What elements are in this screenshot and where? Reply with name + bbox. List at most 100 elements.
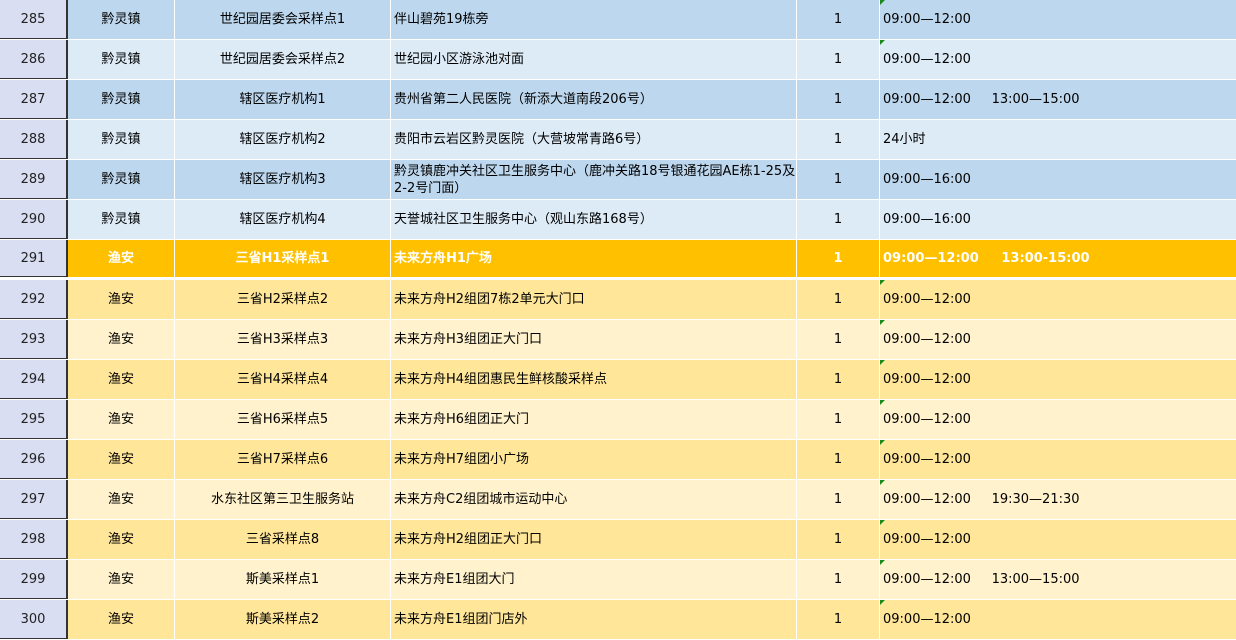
count-cell[interactable]: 1 xyxy=(797,600,880,639)
address-cell[interactable]: 贵阳市云岩区黔灵医院（大营坡常青路6号） xyxy=(391,120,797,159)
town-cell[interactable]: 渔安 xyxy=(68,400,175,439)
count-cell[interactable]: 1 xyxy=(797,480,880,519)
count-cell[interactable]: 1 xyxy=(797,280,880,319)
row-header[interactable]: 287 xyxy=(0,80,68,119)
site-cell[interactable]: 三省H6采样点5 xyxy=(175,400,391,439)
count-cell[interactable]: 1 xyxy=(797,40,880,79)
town-cell[interactable]: 黔灵镇 xyxy=(68,120,175,159)
site-cell[interactable]: 世纪园居委会采样点2 xyxy=(175,40,391,79)
hours-cell[interactable]: 09:00—12:00 xyxy=(880,400,1236,439)
hours-cell[interactable]: 09:00—16:00 xyxy=(880,160,1236,199)
address-cell[interactable]: 未来方舟E1组团门店外 xyxy=(391,600,797,639)
count-cell[interactable]: 1 xyxy=(797,240,880,277)
address-cell[interactable]: 未来方舟H7组团小广场 xyxy=(391,440,797,479)
hours-cell[interactable]: 09:00—12:00 13:00-15:00 xyxy=(880,240,1236,277)
row-header[interactable]: 289 xyxy=(0,160,68,199)
site-cell[interactable]: 水东社区第三卫生服务站 xyxy=(175,480,391,519)
row-header[interactable]: 294 xyxy=(0,360,68,399)
row-header[interactable]: 291 xyxy=(0,240,68,277)
site-cell[interactable]: 世纪园居委会采样点1 xyxy=(175,0,391,39)
row-header[interactable]: 295 xyxy=(0,400,68,439)
count-cell[interactable]: 1 xyxy=(797,440,880,479)
count-cell[interactable]: 1 xyxy=(797,560,880,599)
row-header[interactable]: 296 xyxy=(0,440,68,479)
table-row: 298 渔安 三省采样点8 未来方舟H2组团正大门口 1 09:00—12:00 xyxy=(0,520,1236,560)
hours-cell[interactable]: 09:00—12:00 xyxy=(880,280,1236,319)
site-cell[interactable]: 三省H3采样点3 xyxy=(175,320,391,359)
row-header[interactable]: 298 xyxy=(0,520,68,559)
site-cell[interactable]: 三省采样点8 xyxy=(175,520,391,559)
count-cell[interactable]: 1 xyxy=(797,360,880,399)
row-header[interactable]: 297 xyxy=(0,480,68,519)
row-header[interactable]: 300 xyxy=(0,600,68,639)
town-cell[interactable]: 渔安 xyxy=(68,600,175,639)
count-cell[interactable]: 1 xyxy=(797,0,880,39)
address-cell[interactable]: 世纪园小区游泳池对面 xyxy=(391,40,797,79)
address-cell[interactable]: 未来方舟H1广场 xyxy=(391,240,797,277)
town-cell[interactable]: 黔灵镇 xyxy=(68,200,175,239)
row-header[interactable]: 292 xyxy=(0,280,68,319)
town-cell[interactable]: 黔灵镇 xyxy=(68,0,175,39)
count-cell[interactable]: 1 xyxy=(797,80,880,119)
count-cell[interactable]: 1 xyxy=(797,120,880,159)
row-header[interactable]: 293 xyxy=(0,320,68,359)
count-cell[interactable]: 1 xyxy=(797,200,880,239)
town-cell[interactable]: 渔安 xyxy=(68,480,175,519)
address-cell[interactable]: 黔灵镇鹿冲关社区卫生服务中心（鹿冲关路18号银通花园AE栋1-25及2-2号门面… xyxy=(391,160,797,199)
site-cell[interactable]: 辖区医疗机构2 xyxy=(175,120,391,159)
row-header[interactable]: 290 xyxy=(0,200,68,239)
address-cell[interactable]: 伴山碧苑19栋旁 xyxy=(391,0,797,39)
site-cell[interactable]: 斯美采样点1 xyxy=(175,560,391,599)
count-cell[interactable]: 1 xyxy=(797,320,880,359)
town-cell[interactable]: 渔安 xyxy=(68,280,175,319)
town-cell[interactable]: 渔安 xyxy=(68,440,175,479)
site-cell[interactable]: 辖区医疗机构3 xyxy=(175,160,391,199)
hours-cell[interactable]: 09:00—12:00 19:30—21:30 xyxy=(880,480,1236,519)
hours-cell[interactable]: 09:00—12:00 xyxy=(880,320,1236,359)
address-cell[interactable]: 贵州省第二人民医院（新添大道南段206号） xyxy=(391,80,797,119)
hours-cell[interactable]: 24小时 xyxy=(880,120,1236,159)
town-cell[interactable]: 渔安 xyxy=(68,320,175,359)
count-cell[interactable]: 1 xyxy=(797,520,880,559)
address-cell[interactable]: 未来方舟H2组团7栋2单元大门口 xyxy=(391,280,797,319)
address-cell[interactable]: 天誉城社区卫生服务中心（观山东路168号） xyxy=(391,200,797,239)
hours-cell[interactable]: 09:00—12:00 xyxy=(880,600,1236,639)
table-row: 295 渔安 三省H6采样点5 未来方舟H6组团正大门 1 09:00—12:00 xyxy=(0,400,1236,440)
town-cell[interactable]: 渔安 xyxy=(68,240,175,277)
count-cell[interactable]: 1 xyxy=(797,400,880,439)
town-cell[interactable]: 黔灵镇 xyxy=(68,80,175,119)
site-cell[interactable]: 三省H1采样点1 xyxy=(175,240,391,277)
hours-cell[interactable]: 09:00—12:00 13:00—15:00 xyxy=(880,80,1236,119)
address-cell[interactable]: 未来方舟H4组团惠民生鲜核酸采样点 xyxy=(391,360,797,399)
hours-cell[interactable]: 09:00—12:00 xyxy=(880,40,1236,79)
row-header[interactable]: 299 xyxy=(0,560,68,599)
hours-cell[interactable]: 09:00—12:00 xyxy=(880,520,1236,559)
site-cell[interactable]: 斯美采样点2 xyxy=(175,600,391,639)
count-cell[interactable]: 1 xyxy=(797,160,880,199)
town-cell[interactable]: 渔安 xyxy=(68,560,175,599)
hours-cell[interactable]: 09:00—12:00 xyxy=(880,0,1236,39)
town-cell[interactable]: 黔灵镇 xyxy=(68,160,175,199)
town-cell[interactable]: 黔灵镇 xyxy=(68,40,175,79)
address-cell[interactable]: 未来方舟C2组团城市运动中心 xyxy=(391,480,797,519)
site-cell[interactable]: 三省H7采样点6 xyxy=(175,440,391,479)
hours-cell[interactable]: 09:00—12:00 xyxy=(880,360,1236,399)
hours-cell[interactable]: 09:00—16:00 xyxy=(880,200,1236,239)
site-cell[interactable]: 辖区医疗机构4 xyxy=(175,200,391,239)
spreadsheet-grid: 285 黔灵镇 世纪园居委会采样点1 伴山碧苑19栋旁 1 09:00—12:00 286 黔… xyxy=(0,0,1236,640)
address-cell[interactable]: 未来方舟E1组团大门 xyxy=(391,560,797,599)
table-row: 289 黔灵镇 辖区医疗机构3 黔灵镇鹿冲关社区卫生服务中心（鹿冲关路18号银通花园A… xyxy=(0,160,1236,200)
site-cell[interactable]: 辖区医疗机构1 xyxy=(175,80,391,119)
address-cell[interactable]: 未来方舟H6组团正大门 xyxy=(391,400,797,439)
address-cell[interactable]: 未来方舟H3组团正大门口 xyxy=(391,320,797,359)
hours-cell[interactable]: 09:00—12:00 xyxy=(880,440,1236,479)
site-cell[interactable]: 三省H2采样点2 xyxy=(175,280,391,319)
town-cell[interactable]: 渔安 xyxy=(68,360,175,399)
hours-cell[interactable]: 09:00—12:00 13:00—15:00 xyxy=(880,560,1236,599)
town-cell[interactable]: 渔安 xyxy=(68,520,175,559)
site-cell[interactable]: 三省H4采样点4 xyxy=(175,360,391,399)
row-header[interactable]: 286 xyxy=(0,40,68,79)
row-header[interactable]: 288 xyxy=(0,120,68,159)
row-header[interactable]: 285 xyxy=(0,0,68,39)
address-cell[interactable]: 未来方舟H2组团正大门口 xyxy=(391,520,797,559)
